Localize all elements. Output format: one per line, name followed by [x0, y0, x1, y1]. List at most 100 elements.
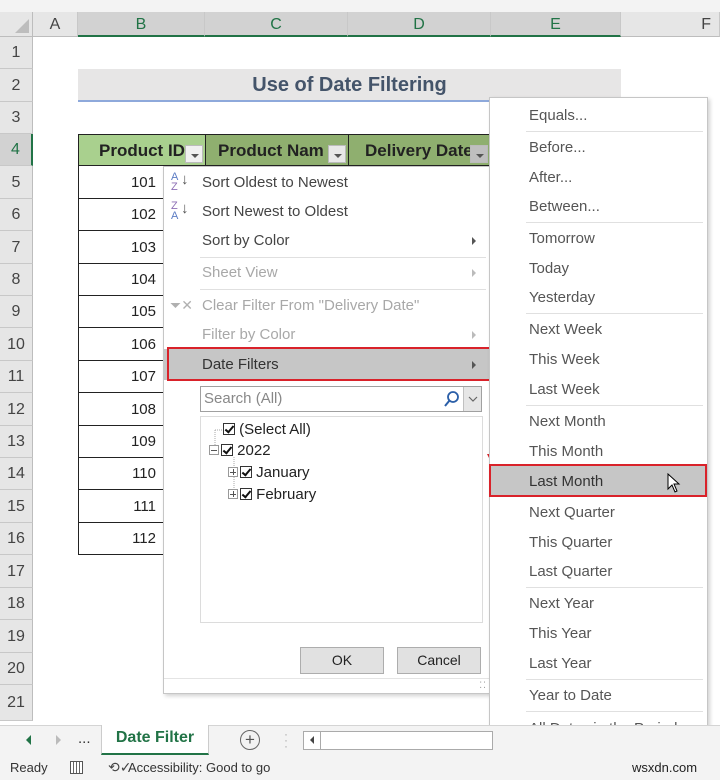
column-header-e[interactable]: E	[491, 12, 621, 37]
scroll-left-button[interactable]	[304, 732, 321, 749]
product-id-cell[interactable]: 106	[78, 328, 164, 361]
filter-dropdown-product-name[interactable]	[328, 145, 346, 163]
row-header[interactable]: 15	[0, 490, 33, 523]
row-header[interactable]: 2	[0, 69, 33, 102]
date-filter-today[interactable]: Today	[490, 254, 707, 283]
horizontal-scrollbar[interactable]	[303, 731, 493, 750]
product-id-cell[interactable]: 110	[78, 458, 164, 490]
date-filter-this-quarter[interactable]: This Quarter	[490, 528, 707, 557]
row-header[interactable]: 7	[0, 231, 33, 264]
row-header[interactable]: 21	[0, 685, 33, 721]
date-filter-before[interactable]: Before...	[490, 133, 707, 162]
row-header[interactable]: 10	[0, 328, 33, 361]
checkbox-checked-icon[interactable]	[240, 466, 252, 478]
date-filter-tomorrow[interactable]: Tomorrow	[490, 224, 707, 253]
header-delivery-date: Delivery Date	[348, 134, 491, 166]
row-header[interactable]: 18	[0, 588, 33, 620]
row-header[interactable]: 3	[0, 102, 33, 134]
date-filter-last-week[interactable]: Last Week	[490, 375, 707, 404]
expand-plus-icon[interactable]	[228, 489, 238, 499]
date-filter-last-quarter[interactable]: Last Quarter	[490, 557, 707, 586]
ok-button[interactable]: OK	[300, 647, 384, 674]
row-header[interactable]: 9	[0, 296, 33, 328]
row-header[interactable]: 12	[0, 393, 33, 426]
column-header-a[interactable]: A	[33, 12, 78, 37]
collapse-minus-icon[interactable]	[209, 445, 219, 455]
tree-item-select-all[interactable]: (Select All)	[223, 421, 311, 438]
column-header-f[interactable]: F	[621, 12, 720, 37]
row-header[interactable]: 6	[0, 199, 33, 231]
expand-plus-icon[interactable]	[228, 467, 238, 477]
row-header[interactable]: 19	[0, 620, 33, 653]
checkbox-checked-icon[interactable]	[221, 444, 233, 456]
checkbox-checked-icon[interactable]	[240, 488, 252, 500]
scroll-tabs-left-icon[interactable]	[26, 735, 31, 745]
resize-grip-icon[interactable]: ⁚⁚	[479, 680, 487, 691]
row-header[interactable]: 17	[0, 555, 33, 588]
product-id-cell[interactable]: 102	[78, 199, 164, 231]
accessibility-status[interactable]: Accessibility: Good to go	[128, 755, 270, 780]
search-icon[interactable]	[443, 389, 459, 409]
row-header[interactable]: 14	[0, 458, 33, 490]
tree-item-month[interactable]: January	[228, 464, 310, 481]
date-filter-after[interactable]: After...	[490, 163, 707, 192]
row-header[interactable]: 13	[0, 426, 33, 458]
product-id-cell[interactable]: 103	[78, 231, 164, 264]
more-sheets-button[interactable]: ...	[78, 730, 91, 747]
date-filter-year-to-date[interactable]: Year to Date	[490, 681, 707, 710]
filter-dropdown-product-id[interactable]	[185, 145, 203, 163]
product-id-cell[interactable]: 109	[78, 426, 164, 458]
column-header-b[interactable]: B	[78, 12, 205, 37]
date-filter-next-month[interactable]: Next Month	[490, 407, 707, 436]
product-id-cell[interactable]: 101	[78, 166, 164, 199]
mouse-cursor-icon	[667, 473, 681, 493]
row-header[interactable]: 1	[0, 37, 33, 69]
date-filters-submenu: Equals... Before... After... Between... Tomo…	[489, 97, 708, 780]
menu-separator	[526, 679, 703, 680]
date-filter-next-quarter[interactable]: Next Quarter	[490, 498, 707, 527]
row-header[interactable]: 4	[0, 134, 33, 166]
row-header[interactable]: 20	[0, 653, 33, 685]
search-input[interactable]: Search (All)	[204, 387, 282, 411]
sort-oldest-to-newest[interactable]: A Z ↓ Sort Oldest to Newest	[164, 168, 490, 197]
product-id-cell[interactable]: 111	[78, 490, 164, 523]
cancel-button[interactable]: Cancel	[397, 647, 481, 674]
sort-newest-to-oldest[interactable]: Z A ↓ Sort Newest to Oldest	[164, 197, 490, 226]
tree-item-month[interactable]: February	[228, 486, 316, 503]
search-dropdown-chevron-icon[interactable]	[463, 387, 481, 411]
column-header-c[interactable]: C	[205, 12, 348, 37]
checkbox-checked-icon[interactable]	[223, 423, 235, 435]
column-header-d[interactable]: D	[348, 12, 491, 37]
sort-by-color[interactable]: Sort by Color	[164, 226, 490, 255]
date-filter-next-year[interactable]: Next Year	[490, 589, 707, 618]
macro-record-icon[interactable]	[70, 761, 83, 774]
tree-item-year[interactable]: 2022	[209, 442, 271, 459]
tab-splitter-handle[interactable]: · · ·	[284, 728, 288, 752]
sheet-tab-date-filter[interactable]: Date Filter	[101, 725, 209, 755]
date-filter-this-year[interactable]: This Year	[490, 619, 707, 648]
date-filter-next-week[interactable]: Next Week	[490, 315, 707, 344]
select-all-corner[interactable]	[0, 12, 33, 37]
row-header[interactable]: 11	[0, 361, 33, 393]
product-id-cell[interactable]: 107	[78, 361, 164, 393]
product-id-cell[interactable]: 105	[78, 296, 164, 328]
search-box[interactable]: Search (All)	[200, 386, 482, 412]
row-header[interactable]: 5	[0, 166, 33, 199]
product-id-cell[interactable]: 112	[78, 523, 164, 555]
date-filter-yesterday[interactable]: Yesterday	[490, 283, 707, 312]
date-filter-this-month[interactable]: This Month	[490, 437, 707, 466]
add-sheet-plus-icon[interactable]: +	[240, 730, 260, 750]
row-header[interactable]: 8	[0, 264, 33, 296]
filter-dropdown-delivery-date[interactable]	[470, 145, 488, 163]
scroll-tabs-right-icon[interactable]	[56, 735, 61, 745]
menu-separator	[526, 711, 703, 712]
date-filter-between[interactable]: Between...	[490, 192, 707, 221]
date-filter-equals[interactable]: Equals...	[490, 101, 707, 130]
product-id-cell[interactable]: 104	[78, 264, 164, 296]
date-filter-last-year[interactable]: Last Year	[490, 649, 707, 678]
date-filter-this-week[interactable]: This Week	[490, 345, 707, 374]
sheet-view: Sheet View	[164, 258, 490, 287]
status-bar: Ready ⟲✓ Accessibility: Good to go wsxdn…	[0, 755, 720, 780]
row-header[interactable]: 16	[0, 523, 33, 555]
product-id-cell[interactable]: 108	[78, 393, 164, 426]
